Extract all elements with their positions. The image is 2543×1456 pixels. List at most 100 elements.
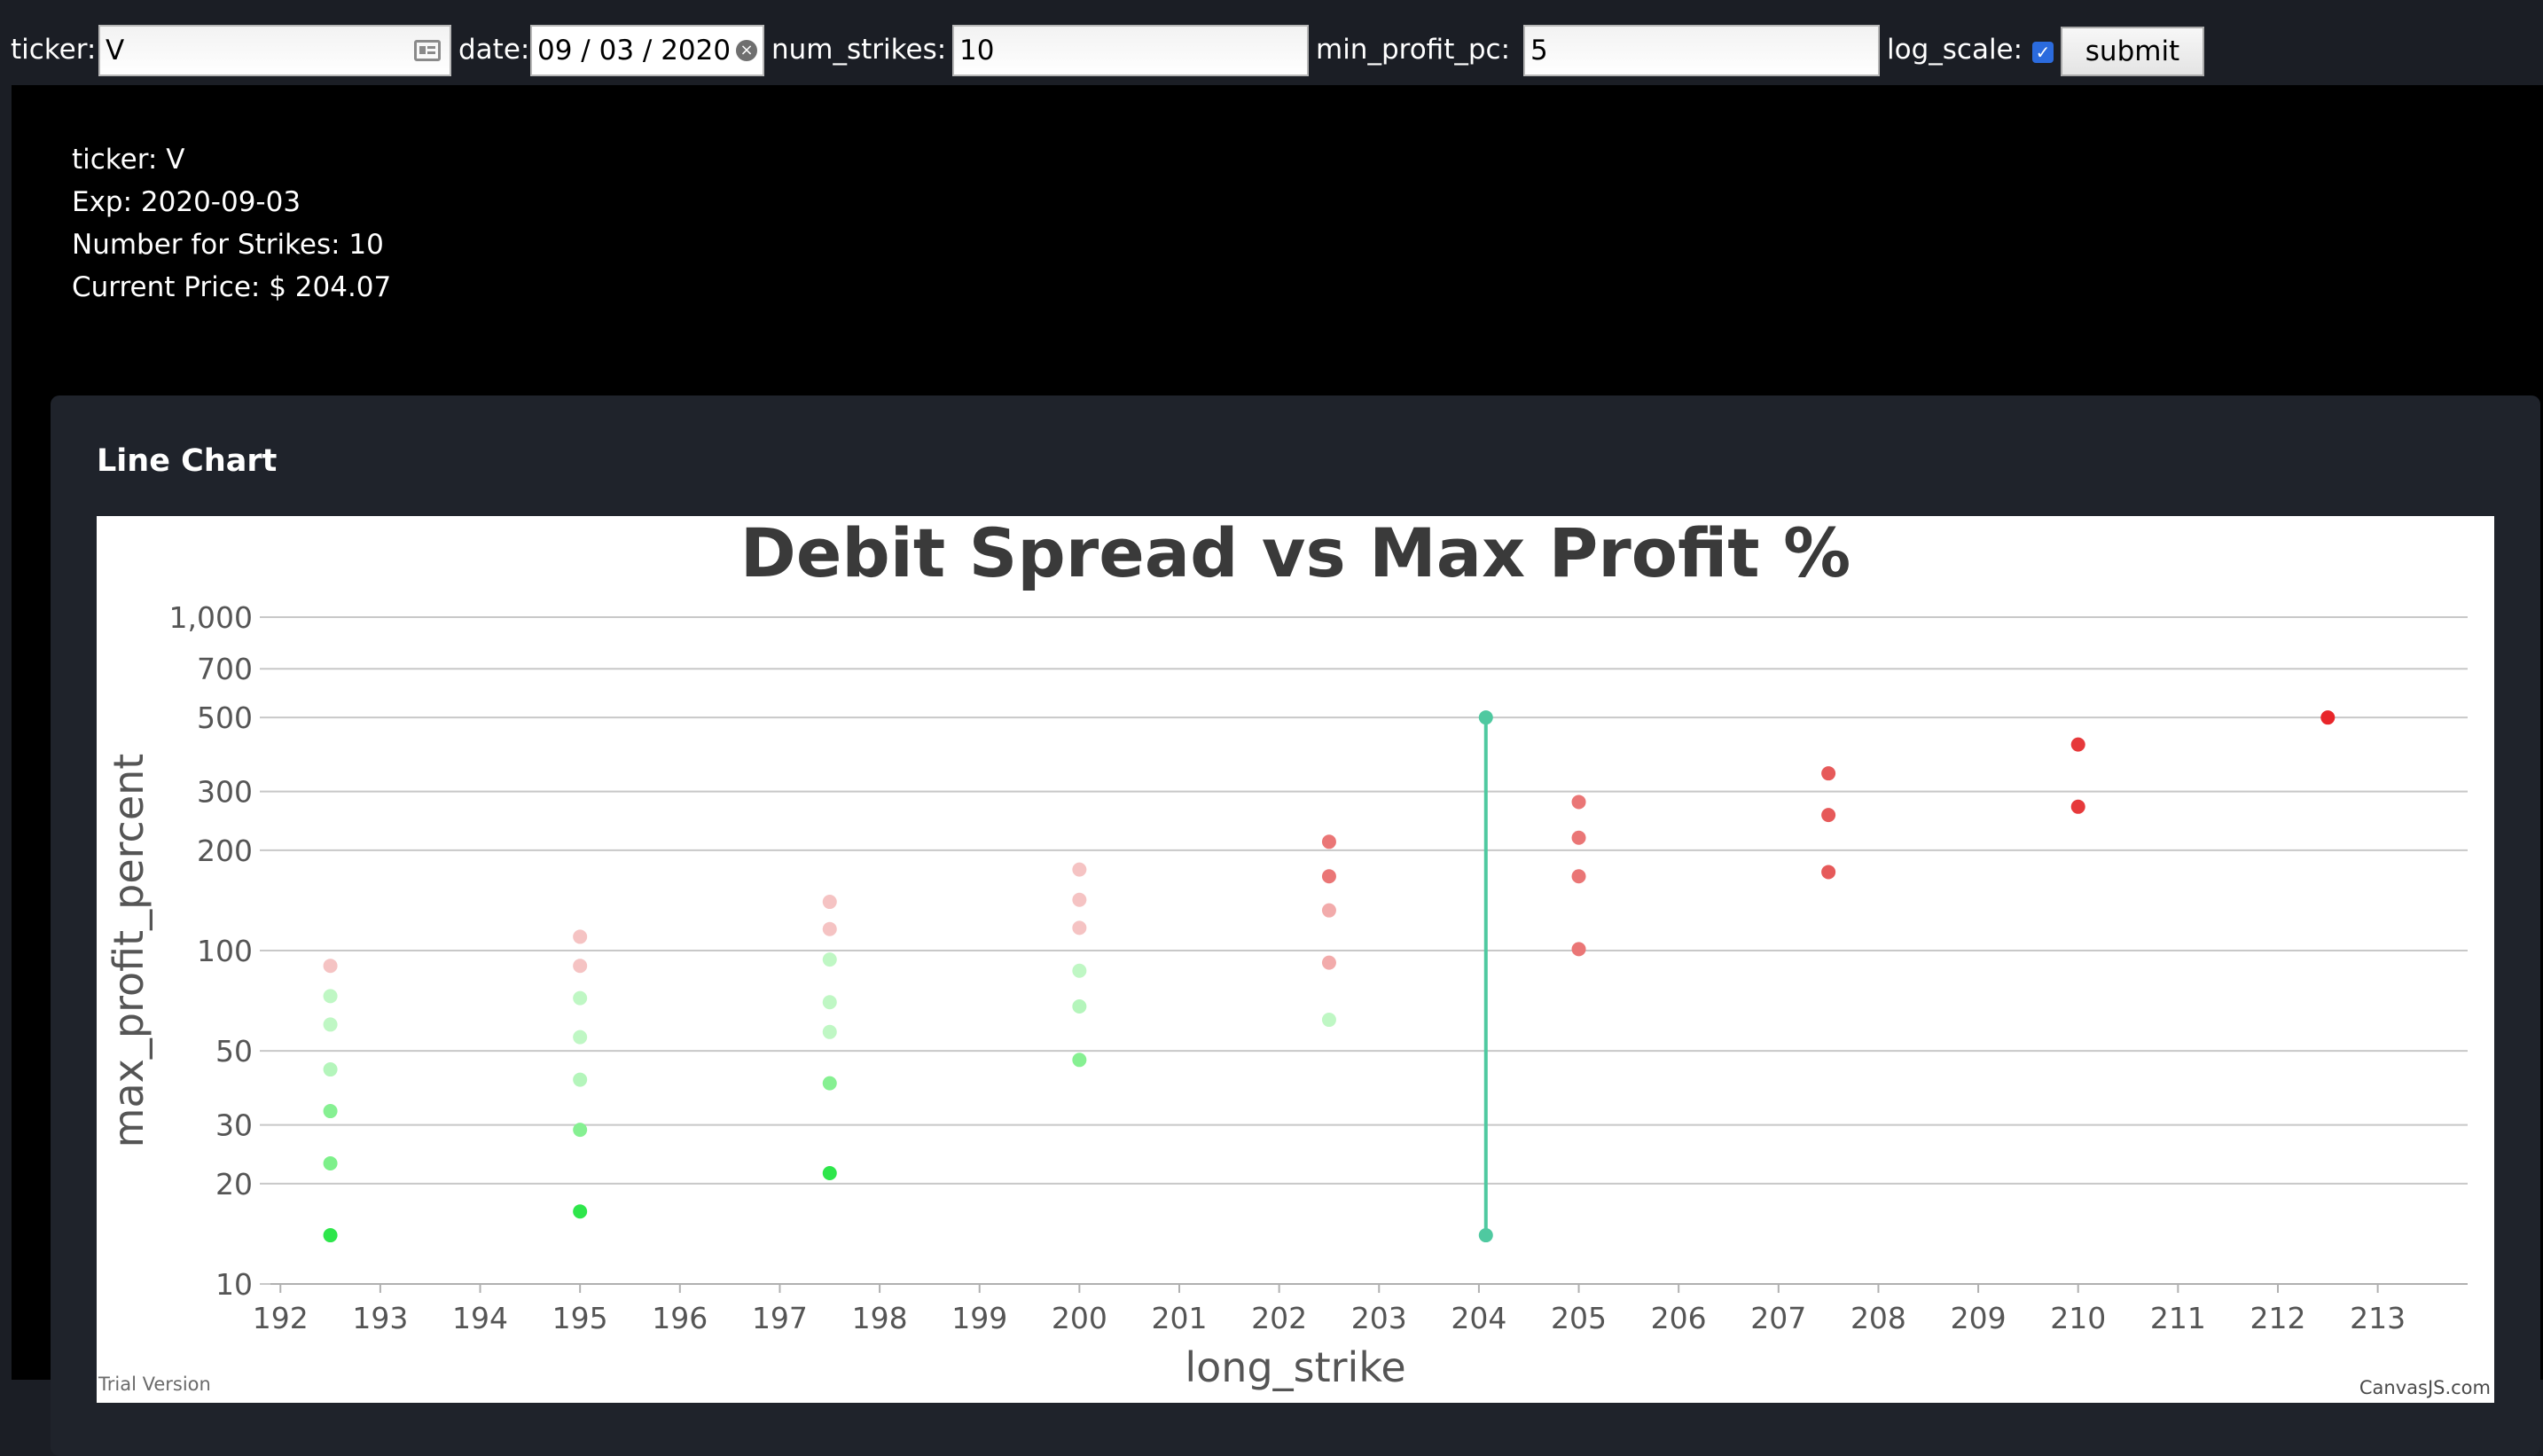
ticker-label: ticker: [11,34,97,66]
x-tick-label: 192 [253,1301,309,1335]
canvasjs-credit-link[interactable]: CanvasJS.com [2359,1377,2491,1398]
info-ticker: ticker: V [72,144,185,176]
log-scale-label: log_scale: [1887,34,2023,66]
data-point [1072,920,1087,935]
data-point [1571,942,1586,957]
results-panel: ticker: V Exp: 2020-09-03 Number for Str… [12,85,2543,1456]
data-point [573,1123,588,1138]
y-tick-label: 50 [215,1034,253,1069]
x-tick-label: 206 [1651,1301,1707,1335]
data-point [1821,865,1836,880]
num-strikes-value: 10 [959,35,995,67]
data-point [1571,869,1586,884]
contact-card-icon [414,40,441,61]
data-point [822,995,837,1010]
log-scale-checkbox[interactable]: ✓ [2032,42,2054,63]
num-strikes-label: num_strikes: [771,34,947,66]
chart-title: Debit Spread vs Max Profit % [740,516,1851,592]
info-strikes: Number for Strikes: 10 [72,229,384,261]
date-input[interactable]: 09 / 03 / 2020 × [530,25,764,76]
clear-date-icon[interactable]: × [736,40,757,61]
x-axis-title: long_strike [1185,1343,1405,1391]
y-tick-label: 100 [197,934,253,968]
x-tick-label: 196 [652,1301,708,1335]
data-point [822,1024,837,1039]
x-tick-label: 201 [1151,1301,1207,1335]
data-point [573,1029,588,1045]
x-tick-label: 193 [352,1301,408,1335]
x-tick-label: 194 [452,1301,508,1335]
current-price-marker-top [1478,710,1493,725]
data-point [1072,892,1087,907]
x-tick-label: 204 [1451,1301,1506,1335]
x-tick-label: 211 [2150,1301,2206,1335]
data-point [1321,1013,1336,1028]
data-point [2320,710,2336,725]
x-tick-label: 198 [852,1301,908,1335]
data-point [1072,862,1087,877]
y-tick-label: 300 [197,775,253,810]
y-tick-label: 30 [215,1108,253,1143]
ticker-value: V [106,35,125,67]
ticker-input[interactable]: V [98,25,451,76]
data-point [1821,808,1836,823]
x-tick-label: 210 [2050,1301,2106,1335]
chart-container: Debit Spread vs Max Profit % long_strike… [97,516,2494,1403]
data-point [822,895,837,910]
data-point [1321,903,1336,918]
data-point [573,1204,588,1219]
data-point [323,989,338,1004]
x-tick-label: 197 [752,1301,808,1335]
trial-version-label: Trial Version [98,1374,211,1395]
x-tick-label: 212 [2250,1301,2305,1335]
data-point [2070,737,2085,752]
x-tick-label: 203 [1351,1301,1407,1335]
data-point [822,921,837,936]
data-point [1571,830,1586,845]
data-point [323,1062,338,1077]
data-point [1072,1053,1087,1068]
data-point [323,959,338,974]
y-tick-label: 500 [197,701,253,735]
y-tick-label: 700 [197,652,253,686]
card-title: Line Chart [97,443,278,479]
data-point [2070,799,2085,814]
date-value: 09 / 03 / 2020 [537,35,732,67]
data-point [323,1017,338,1032]
current-price-marker-bottom [1478,1228,1493,1243]
x-tick-label: 202 [1251,1301,1307,1335]
min-profit-input[interactable]: 5 [1523,25,1880,76]
x-tick-label: 200 [1052,1301,1107,1335]
min-profit-label: min_profit_pc: [1316,34,1511,66]
chart-card: Line Chart Debit Spread vs Max Profit % … [51,395,2540,1456]
scatter-chart: Debit Spread vs Max Profit % long_strike… [98,516,2491,1398]
x-tick-label: 208 [1851,1301,1906,1335]
data-point [323,1155,338,1170]
data-point [573,959,588,974]
x-tick-label: 195 [552,1301,608,1335]
date-label: date: [458,34,530,66]
query-form: ticker: V date: 09 / 03 / 2020 × num_str… [0,0,2543,85]
data-point [323,1104,338,1119]
data-point [1072,998,1087,1014]
num-strikes-input[interactable]: 10 [952,25,1309,76]
submit-button[interactable]: submit [2061,27,2204,76]
info-exp: Exp: 2020-09-03 [72,186,301,218]
data-point [1321,834,1336,849]
y-tick-label: 1,000 [169,600,253,635]
y-tick-label: 200 [197,834,253,868]
data-point [323,1228,338,1243]
x-tick-label: 205 [1551,1301,1607,1335]
data-point [1072,963,1087,978]
y-tick-label: 20 [215,1167,253,1202]
data-point [1321,955,1336,970]
data-point [573,1072,588,1087]
data-point [1821,766,1836,781]
y-axis-title: max_profit_percent [105,754,153,1148]
data-point [822,952,837,967]
data-point [1571,795,1586,810]
data-point [573,990,588,1006]
y-tick-label: 10 [215,1267,253,1302]
x-tick-label: 213 [2350,1301,2406,1335]
x-tick-label: 199 [951,1301,1007,1335]
